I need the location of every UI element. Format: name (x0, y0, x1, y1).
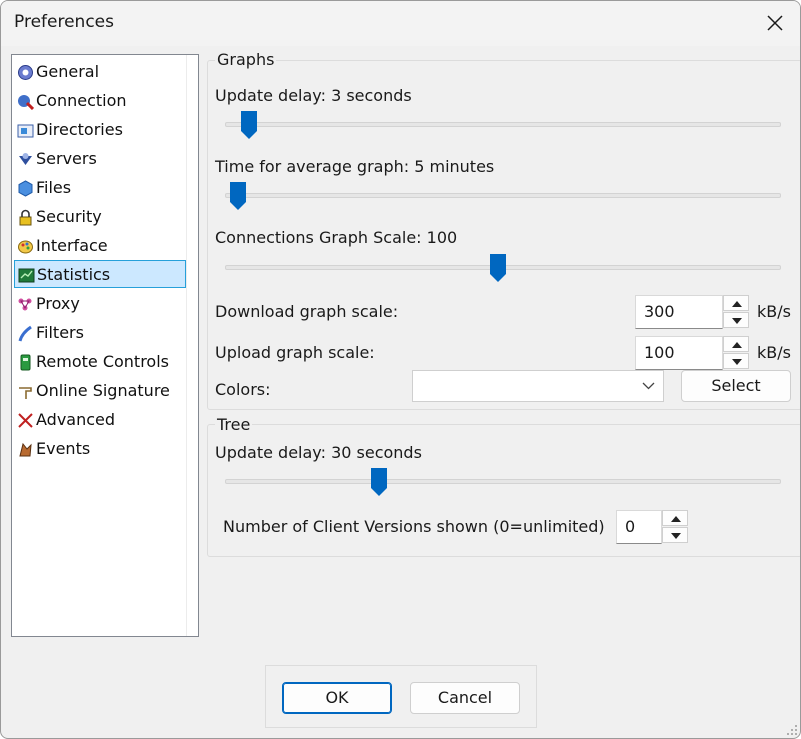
sidebar-item-connection[interactable]: Connection (14, 87, 186, 115)
graph-update-delay-thumb[interactable] (241, 111, 258, 139)
client-versions-input[interactable]: 0 (616, 510, 662, 544)
lock-icon (19, 209, 32, 226)
sidebar-item-label: Advanced (36, 410, 116, 429)
sidebar-item-security[interactable]: Security (14, 203, 186, 231)
sidebar-item-label: Proxy (36, 294, 80, 313)
avg-graph-time-thumb[interactable] (230, 182, 247, 210)
select-color-button[interactable]: Select (681, 370, 791, 402)
connections-scale-label: Connections Graph Scale: 100 (215, 228, 458, 247)
proxy-icon (18, 298, 32, 311)
statistics-icon (18, 268, 35, 283)
sidebar-item-label: Files (36, 178, 72, 197)
sidebar-scrollbar[interactable] (186, 55, 198, 636)
sidebar-item-online-signature[interactable]: Online Signature (14, 377, 186, 405)
events-icon (19, 442, 32, 457)
cancel-button[interactable]: Cancel (410, 682, 520, 714)
arrow-up-icon (732, 301, 742, 307)
sidebar-item-label: Remote Controls (36, 352, 169, 371)
download-scale-label: Download graph scale: (215, 302, 399, 321)
sidebar-item-servers[interactable]: Servers (14, 145, 186, 173)
colors-dropdown[interactable] (412, 370, 664, 402)
sidebar-item-remote-controls[interactable]: Remote Controls (14, 348, 186, 376)
arrow-up-icon (671, 516, 681, 522)
ok-button[interactable]: OK (282, 682, 392, 714)
signature-icon (19, 387, 32, 399)
download-scale-up-button[interactable] (723, 295, 749, 311)
upload-unit: kB/s (757, 343, 791, 362)
sidebar-item-events[interactable]: Events (14, 435, 186, 463)
sidebar-item-label: Security (36, 207, 102, 226)
upload-scale-up-button[interactable] (723, 336, 749, 352)
files-icon (18, 180, 33, 197)
category-list[interactable]: General Connection Directories Servers F… (11, 54, 199, 637)
sidebar-item-label: Directories (36, 120, 123, 139)
avg-graph-time-slider[interactable] (225, 193, 781, 198)
tree-update-delay-slider[interactable] (225, 479, 781, 484)
resize-grip-icon[interactable] (786, 724, 798, 736)
sidebar-item-label: General (36, 62, 100, 81)
advanced-icon (18, 413, 33, 428)
gear-icon (18, 65, 33, 80)
tree-update-delay-thumb[interactable] (370, 468, 387, 496)
sidebar-item-label: Interface (36, 236, 108, 255)
remote-icon (20, 354, 31, 371)
window-title: Preferences (14, 12, 114, 32)
download-scale-down-button[interactable] (723, 312, 749, 328)
sidebar-item-label: Connection (36, 91, 127, 110)
tree-update-delay-label: Update delay: 30 seconds (215, 443, 422, 462)
sidebar-item-filters[interactable]: Filters (14, 319, 186, 347)
arrow-down-icon (671, 533, 681, 539)
sidebar-item-label: Servers (36, 149, 97, 168)
sidebar-item-proxy[interactable]: Proxy (14, 290, 186, 318)
upload-scale-down-button[interactable] (723, 353, 749, 369)
sidebar-item-label: Filters (36, 323, 84, 342)
sidebar-item-advanced[interactable]: Advanced (14, 406, 186, 434)
sidebar-item-label: Statistics (37, 265, 111, 284)
arrow-up-icon (732, 342, 742, 348)
upload-scale-label: Upload graph scale: (215, 343, 375, 362)
close-button[interactable] (750, 1, 800, 46)
server-icon (19, 153, 32, 165)
upload-scale-input[interactable]: 100 (635, 336, 723, 370)
colors-label: Colors: (215, 380, 271, 399)
client-versions-up-button[interactable] (662, 510, 688, 526)
sidebar-item-files[interactable]: Files (14, 174, 186, 202)
arrow-down-icon (732, 318, 742, 324)
connection-icon (18, 95, 34, 110)
graphs-group-title: Graphs (215, 50, 277, 69)
connections-scale-thumb[interactable] (489, 254, 506, 282)
download-unit: kB/s (757, 302, 791, 321)
avg-graph-time-label: Time for average graph: 5 minutes (215, 157, 495, 176)
client-versions-label: Number of Client Versions shown (0=unlim… (223, 517, 605, 536)
sidebar-item-statistics[interactable]: Statistics (14, 260, 186, 288)
filter-icon (18, 325, 32, 342)
preferences-dialog: Preferences General Connection Directori… (0, 0, 801, 739)
palette-icon (18, 240, 33, 254)
download-scale-input[interactable]: 300 (635, 295, 723, 329)
graph-update-delay-slider[interactable] (225, 122, 781, 127)
client-versions-down-button[interactable] (662, 527, 688, 543)
sidebar-item-label: Online Signature (36, 381, 170, 400)
upload-scale-spinner (723, 336, 749, 370)
client-versions-spinner (662, 510, 688, 544)
title-bar: Preferences (1, 1, 800, 46)
close-icon (767, 15, 783, 31)
arrow-down-icon (732, 359, 742, 365)
download-scale-spinner (723, 295, 749, 329)
sidebar-item-interface[interactable]: Interface (14, 232, 186, 260)
sidebar-item-directories[interactable]: Directories (14, 116, 186, 144)
graph-update-delay-label: Update delay: 3 seconds (215, 86, 412, 105)
chevron-down-icon (642, 382, 655, 390)
sidebar-item-general[interactable]: General (14, 58, 186, 86)
sidebar-item-label: Events (36, 439, 91, 458)
tree-group-title: Tree (215, 415, 253, 434)
folder-icon (17, 124, 34, 138)
